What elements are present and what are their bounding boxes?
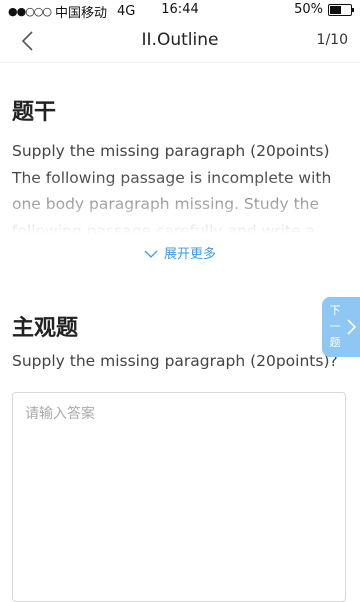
next-label-char-1: 下	[329, 304, 341, 317]
chevron-right-icon	[347, 319, 356, 335]
next-question-label: 下 一 题	[328, 303, 342, 351]
answer-box	[12, 392, 346, 602]
answer-input[interactable]	[13, 393, 345, 601]
stem-fade-overlay	[12, 174, 344, 234]
expand-more-label: 展开更多	[163, 247, 216, 262]
status-bar: ●●○○○ 中国移动 4G 16:44 50%	[0, 0, 360, 21]
stem-heading: 题干	[12, 100, 57, 125]
chevron-down-icon	[144, 250, 158, 258]
battery-icon	[328, 3, 354, 16]
next-label-char-2: 一	[329, 320, 341, 333]
question-counter: 1/10	[316, 32, 348, 48]
next-question-button[interactable]: 下 一 题	[322, 297, 360, 357]
battery-fill	[330, 5, 341, 14]
next-label-char-3: 题	[329, 336, 341, 349]
page-title: II.Outline	[141, 30, 219, 50]
battery-percent: 50%	[294, 2, 323, 17]
question-text: Supply the missing paragraph (20points)?	[12, 352, 338, 370]
subjective-heading: 主观题	[12, 316, 79, 341]
nav-bar: II.Outline 1/10	[0, 20, 360, 63]
status-right: 50%	[294, 2, 354, 17]
stem-content: Supply the missing paragraph (20points) …	[12, 138, 344, 234]
expand-more-button[interactable]: 展开更多	[0, 243, 360, 262]
